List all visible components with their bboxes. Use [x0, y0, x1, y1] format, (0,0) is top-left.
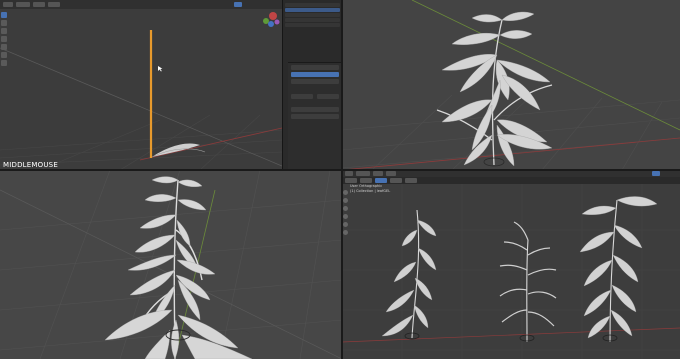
plant-leaves [441, 11, 553, 167]
tab-animation[interactable] [405, 178, 417, 183]
tool-move-icon[interactable] [1, 20, 7, 26]
navigation-gizmo-icon [263, 12, 280, 27]
grid-diagonal-line [0, 47, 282, 167]
tool-transform-icon[interactable] [343, 230, 348, 235]
leaf-shape [152, 143, 200, 157]
view-menu[interactable] [373, 171, 383, 176]
properties-row[interactable] [291, 107, 339, 112]
tool-scale-icon[interactable] [343, 222, 348, 227]
select-menu[interactable] [33, 2, 45, 7]
properties-field[interactable] [291, 94, 313, 99]
viewport-top-left[interactable]: MIDDLEMOUSE [0, 0, 282, 170]
input-key-overlay: MIDDLEMOUSE [3, 161, 58, 169]
properties-tab-active[interactable] [291, 72, 339, 77]
viewport-overlay-info: User Orthographic (1) Collection | leafG… [350, 184, 390, 194]
tool-select-icon[interactable] [343, 190, 348, 195]
properties-row[interactable] [291, 79, 339, 84]
viewport-bottom-left[interactable] [0, 170, 342, 359]
properties-row[interactable] [291, 114, 339, 119]
tab-shading[interactable] [390, 178, 402, 183]
add-menu[interactable] [48, 2, 60, 7]
tool-transform-icon[interactable] [1, 44, 7, 50]
viewport-top-left-canvas [0, 12, 282, 170]
tool-rotate-icon[interactable] [1, 28, 7, 34]
editor-type-menu[interactable] [3, 2, 13, 7]
tool-shelf [1, 12, 8, 66]
outliner-row[interactable] [285, 3, 340, 7]
plant-leaves [104, 176, 253, 359]
tool-scale-icon[interactable] [1, 36, 7, 42]
view-menu[interactable] [16, 2, 30, 7]
workspace-tabs [342, 177, 680, 184]
shading-mode-button[interactable] [234, 2, 242, 7]
viewport-header [0, 0, 282, 9]
three-plants-canvas [342, 184, 680, 359]
shading-mode-button[interactable] [652, 171, 660, 176]
outliner-row[interactable] [285, 13, 340, 17]
tool-cursor-icon[interactable] [343, 198, 348, 203]
panel-divider-horizontal[interactable] [0, 169, 680, 171]
plant-viewport-canvas [342, 0, 680, 170]
tab-active[interactable] [375, 178, 387, 183]
tool-select-icon[interactable] [1, 12, 7, 18]
collection-label: (1) Collection | leafGEL [350, 189, 391, 193]
tab-modeling[interactable] [360, 178, 372, 183]
outliner-row[interactable] [285, 18, 340, 22]
plant-closeup-canvas [0, 170, 342, 359]
properties-row[interactable] [291, 65, 339, 70]
tool-annotate-icon[interactable] [1, 52, 7, 58]
tab-layout[interactable] [345, 178, 357, 183]
outliner-row[interactable] [285, 23, 340, 27]
plant-1 [381, 209, 437, 340]
editor-type-menu[interactable] [345, 171, 353, 176]
properties-panel[interactable] [288, 62, 342, 170]
plant-3 [579, 196, 658, 343]
tool-rotate-icon[interactable] [343, 214, 348, 219]
viewport-top-right[interactable] [342, 0, 680, 170]
tool-measure-icon[interactable] [1, 60, 7, 66]
plant-2 [499, 221, 557, 343]
mode-menu[interactable] [356, 171, 370, 176]
select-menu[interactable] [386, 171, 396, 176]
tool-move-icon[interactable] [343, 206, 348, 211]
properties-field[interactable] [317, 94, 339, 99]
tool-shelf [343, 190, 348, 235]
blender-four-panel-layout: MIDDLEMOUSE User Orthographic (1) Collec… [0, 0, 680, 359]
panel-divider-vertical[interactable] [341, 0, 343, 359]
mouse-cursor-icon [158, 66, 163, 72]
viewport-header [342, 170, 680, 177]
viewport-bottom-right[interactable]: User Orthographic (1) Collection | leafG… [342, 170, 680, 359]
outliner-row-selected[interactable] [285, 8, 340, 12]
